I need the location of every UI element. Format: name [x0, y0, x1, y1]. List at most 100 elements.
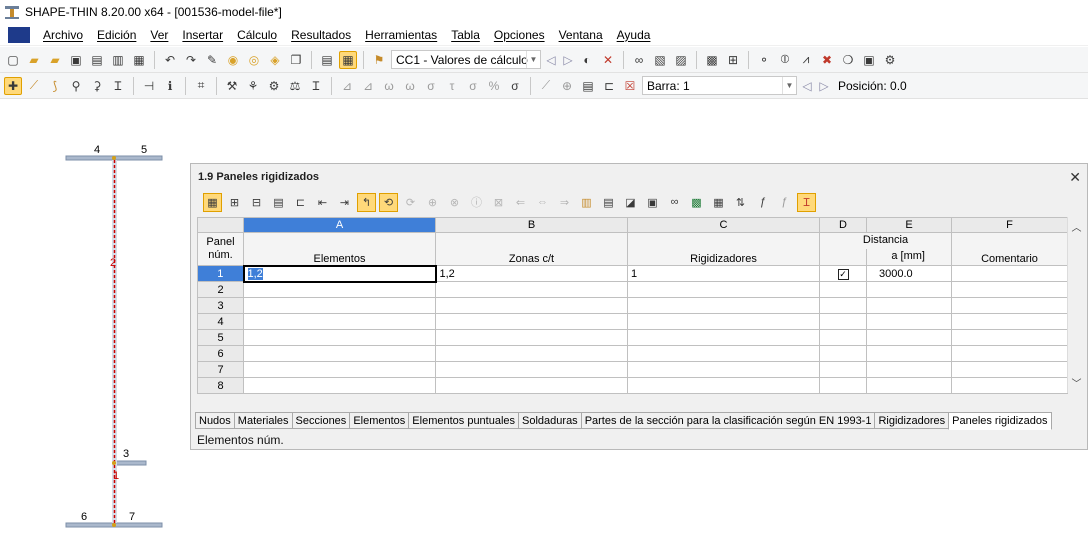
- menu-ventana[interactable]: Ventana: [552, 28, 610, 42]
- row-number[interactable]: 4: [197, 313, 244, 330]
- row-number[interactable]: 6: [197, 345, 244, 362]
- row-number[interactable]: 5: [197, 329, 244, 346]
- bracket-icon[interactable]: ⊏: [600, 77, 618, 95]
- loads-add-icon[interactable]: ⚒: [223, 77, 241, 95]
- print-table-icon[interactable]: ▣: [643, 193, 662, 212]
- view-settings-icon[interactable]: ∞: [665, 193, 684, 212]
- next-icon[interactable]: ▷: [561, 53, 575, 67]
- elements-cell[interactable]: [243, 329, 436, 346]
- comment-cell[interactable]: [951, 345, 1068, 362]
- view-icon[interactable]: ◎: [245, 51, 263, 69]
- report-icon[interactable]: ▤: [579, 77, 597, 95]
- stiffeners-cell[interactable]: 1: [627, 265, 820, 282]
- window-icon[interactable]: ❐: [287, 51, 305, 69]
- distance-cell[interactable]: [866, 281, 952, 298]
- node-icon[interactable]: ⚬: [755, 51, 773, 69]
- print-icon[interactable]: ▤: [88, 51, 106, 69]
- stress-sigma-x-icon[interactable]: σ: [422, 77, 440, 95]
- tab-3[interactable]: Elementos: [349, 412, 409, 429]
- settings-icon[interactable]: ⚙: [881, 51, 899, 69]
- menu-calculo[interactable]: Cálculo: [230, 28, 284, 42]
- stress-percent-icon[interactable]: %: [485, 77, 503, 95]
- mirror-icon[interactable]: ⩘: [797, 51, 815, 69]
- insert-row-icon[interactable]: ⊞: [225, 193, 244, 212]
- comment-cell[interactable]: [951, 377, 1068, 394]
- function-off-icon[interactable]: ƒ: [775, 193, 794, 212]
- distance-check-cell[interactable]: [819, 329, 867, 346]
- undo-icon[interactable]: ↶: [161, 51, 179, 69]
- comment-cell[interactable]: [951, 265, 1068, 282]
- function-icon[interactable]: ƒ: [753, 193, 772, 212]
- tab-0[interactable]: Nudos: [195, 412, 234, 429]
- distance-cell[interactable]: [866, 329, 952, 346]
- new-file-icon[interactable]: ▢: [4, 51, 22, 69]
- elements-cell[interactable]: [243, 313, 436, 330]
- column-header-d[interactable]: D: [819, 217, 867, 233]
- chart-icon[interactable]: ▧: [651, 51, 669, 69]
- column-header-b[interactable]: B: [435, 217, 628, 233]
- elements-cell[interactable]: [243, 377, 436, 394]
- stiffeners-cell[interactable]: [627, 361, 820, 378]
- text-icon[interactable]: ℹ: [161, 77, 179, 95]
- measure-icon[interactable]: ⟋: [537, 77, 555, 95]
- comment-cell[interactable]: [951, 281, 1068, 298]
- stress-sv-icon[interactable]: ⊿: [359, 77, 377, 95]
- delete-selection-icon[interactable]: ⊠: [489, 193, 508, 212]
- comment-cell[interactable]: [951, 313, 1068, 330]
- stiffeners-cell[interactable]: [627, 329, 820, 346]
- export-icon[interactable]: ⇥: [335, 193, 354, 212]
- elements-cell[interactable]: 1,2: [242, 264, 437, 283]
- row-number[interactable]: 1: [197, 265, 244, 282]
- column-header-c[interactable]: C: [627, 217, 820, 233]
- stiffener-icon[interactable]: ⌗: [192, 77, 210, 95]
- zones-cell[interactable]: 1,2: [435, 265, 628, 282]
- picture-icon[interactable]: ▣: [860, 51, 878, 69]
- section-i-icon[interactable]: Ɪ: [109, 77, 127, 95]
- elements-cell[interactable]: [243, 297, 436, 314]
- column-header-f[interactable]: F: [951, 217, 1068, 233]
- redo-icon[interactable]: ↷: [182, 51, 200, 69]
- previous-bar-icon[interactable]: ◁: [800, 79, 814, 93]
- comment-cell[interactable]: [951, 361, 1068, 378]
- stress-omega-icon[interactable]: ω: [380, 77, 398, 95]
- elements-cell[interactable]: [243, 345, 436, 362]
- stress-omega0-icon[interactable]: ω: [401, 77, 419, 95]
- snap-grid-icon[interactable]: ⊞: [724, 51, 742, 69]
- previous-icon[interactable]: ◁: [544, 53, 558, 67]
- menu-archivo[interactable]: Archivo: [36, 28, 90, 42]
- menu-ayuda[interactable]: Ayuda: [610, 28, 658, 42]
- print-preview-icon[interactable]: ▥: [109, 51, 127, 69]
- sort-icon[interactable]: ⇅: [731, 193, 750, 212]
- stiffeners-cell[interactable]: [627, 345, 820, 362]
- close-view-icon[interactable]: ☒: [621, 77, 639, 95]
- distance-check-cell[interactable]: [819, 313, 867, 330]
- column-header-a[interactable]: A: [243, 217, 436, 233]
- properties-icon[interactable]: ❍: [839, 51, 857, 69]
- distance-check-cell[interactable]: ✓: [819, 265, 867, 282]
- center-icon[interactable]: ⊕: [558, 77, 576, 95]
- distance-cell[interactable]: [866, 345, 952, 362]
- section-icon[interactable]: ◈: [266, 51, 284, 69]
- menu-insertar[interactable]: Insertar: [175, 28, 230, 42]
- bar-select[interactable]: Barra: 1 ▼: [642, 76, 797, 95]
- rotate-icon[interactable]: ⦶: [776, 51, 794, 69]
- point-element-icon[interactable]: ⚲: [67, 77, 85, 95]
- edit-icon[interactable]: ✎: [203, 51, 221, 69]
- loads-edit-icon[interactable]: ⚘: [244, 77, 262, 95]
- import-icon[interactable]: ⇤: [313, 193, 332, 212]
- delete-row-icon[interactable]: ▤: [269, 193, 288, 212]
- menu-tabla[interactable]: Tabla: [444, 28, 487, 42]
- column-header-e[interactable]: E: [866, 217, 952, 233]
- stress-su-icon[interactable]: ⊿: [338, 77, 356, 95]
- table-icon[interactable]: ▤: [318, 51, 336, 69]
- zoom-all-icon[interactable]: ⊗: [445, 193, 464, 212]
- menu-resultados[interactable]: Resultados: [284, 28, 358, 42]
- section-view-icon[interactable]: Ɪ: [797, 192, 816, 212]
- stiffeners-cell[interactable]: [627, 297, 820, 314]
- display-icon[interactable]: ∞: [630, 51, 648, 69]
- stiffeners-cell[interactable]: [627, 313, 820, 330]
- grid-icon[interactable]: ▩: [703, 51, 721, 69]
- chart2-icon[interactable]: ▨: [672, 51, 690, 69]
- stress-tau-icon[interactable]: τ: [443, 77, 461, 95]
- row-number[interactable]: 7: [197, 361, 244, 378]
